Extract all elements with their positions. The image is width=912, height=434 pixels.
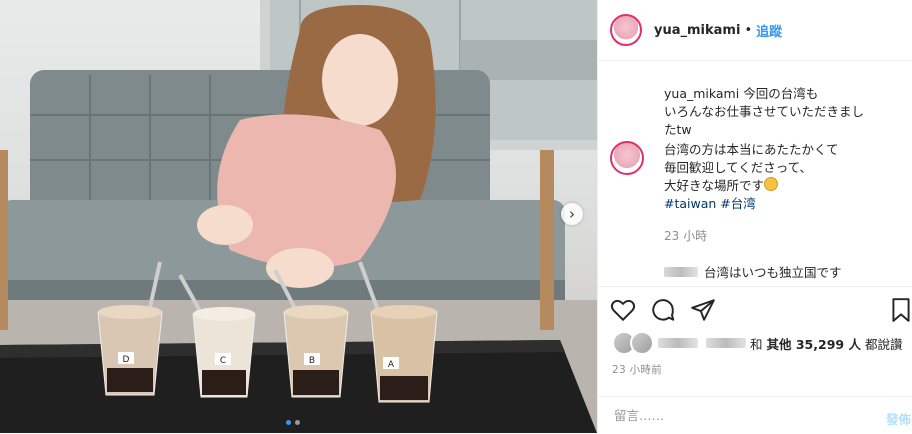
caption-avatar[interactable] (610, 141, 644, 175)
post-header: yua_mikami • 追蹤 (598, 0, 912, 61)
author-avatar[interactable] (610, 14, 642, 46)
instagram-post: D C B A › yua_mikami • 追蹤 yua_mikami 今回の… (0, 0, 912, 433)
comment-item: 台湾はいつも独立国です (664, 262, 842, 281)
blurred-liker-name (706, 338, 746, 348)
post-timestamp[interactable]: 23 小時前 (612, 362, 662, 377)
carousel-dot-active (286, 420, 291, 425)
carousel-indicator (286, 420, 300, 425)
comment-bubble-icon[interactable] (650, 297, 676, 323)
caption-body: 台湾の方は本当にあたたかくて 毎回歓迎してくださって、 大好きな場所です #ta… (664, 141, 904, 213)
author-username[interactable]: yua_mikami (654, 23, 740, 38)
likes-summary[interactable]: 和 其他 35,299 人 都說讚 (612, 331, 902, 355)
caption-continued: 台湾の方は本当にあたたかくて 毎回歓迎してくださって、 大好きな場所です #ta… (610, 141, 904, 213)
header-separator: • (744, 22, 753, 38)
post-actions-bar (598, 286, 912, 333)
caption-line-4: 台湾の方は本当にあたたかくて (664, 142, 839, 157)
caption-line-2: いろんなお仕事させていただきまし (664, 104, 865, 119)
blurred-commenter-name (664, 266, 698, 277)
caption-line-5: 毎回歓迎してくださって、 (664, 160, 813, 175)
photo-scene: D C B A (0, 0, 597, 433)
chevron-right-icon: › (569, 205, 575, 223)
liker-avatar (630, 331, 654, 355)
caption-timestamp: 23 小時 (664, 229, 708, 243)
comment-text: 台湾はいつも独立国です (704, 265, 842, 280)
likes-suffix: 都說讚 (864, 336, 903, 352)
caption-hashtags[interactable]: #taiwan #台湾 (664, 196, 756, 211)
add-comment-bar: 發佈 (598, 396, 912, 434)
cup-label-d: D (123, 355, 130, 365)
cup-label-a: A (388, 360, 395, 370)
share-paper-plane-icon[interactable] (690, 297, 716, 323)
likes-conjunction: 和 (750, 336, 763, 352)
caption-line-6: 大好きな場所です (664, 178, 765, 193)
caption-first-lines: yua_mikami 今回の台湾も いろんなお仕事させていただきまし たtw (664, 85, 904, 139)
like-heart-icon[interactable] (610, 297, 636, 323)
post-photo[interactable]: D C B A › (0, 0, 597, 433)
post-comment-button[interactable]: 發佈 (886, 409, 911, 428)
follow-button[interactable]: 追蹤 (756, 21, 782, 40)
carousel-dot (295, 420, 300, 425)
comments-area[interactable]: yua_mikami 今回の台湾も いろんなお仕事させていただきまし たtw 台… (598, 61, 912, 286)
caption-line-1: 今回の台湾も (743, 86, 819, 101)
caption-line-3: たtw (664, 122, 692, 137)
caption-username[interactable]: yua_mikami (664, 86, 739, 101)
likes-count-link[interactable]: 其他 35,299 人 (767, 334, 861, 353)
smile-emoji-icon (764, 177, 779, 191)
carousel-next-button[interactable]: › (561, 203, 583, 225)
comment-input[interactable] (612, 407, 856, 424)
blurred-liker-name (658, 338, 698, 348)
cup-label-c: C (220, 356, 226, 366)
cup-label-b: B (309, 356, 315, 366)
post-sidebar: yua_mikami • 追蹤 yua_mikami 今回の台湾も いろんなお仕… (597, 0, 912, 433)
save-bookmark-icon[interactable] (888, 297, 912, 323)
